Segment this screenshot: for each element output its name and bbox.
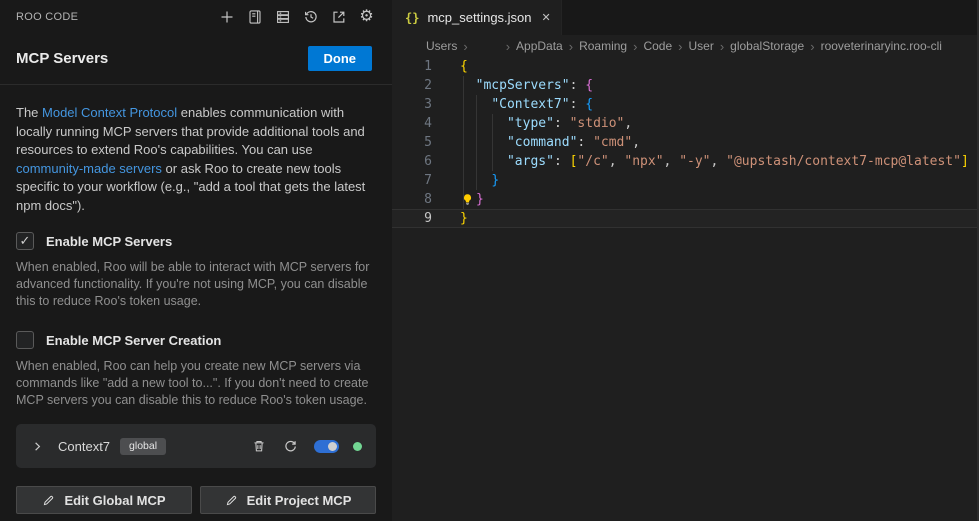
- delete-server-icon[interactable]: [252, 439, 266, 453]
- link-model-context-protocol[interactable]: Model Context Protocol: [42, 105, 177, 120]
- history-icon[interactable]: [302, 8, 319, 25]
- line-number: 9: [392, 209, 460, 228]
- line-number: 4: [392, 114, 460, 133]
- tab-filename: mcp_settings.json: [427, 10, 531, 25]
- code-line-5[interactable]: 5 "command": "cmd",: [392, 133, 979, 152]
- breadcrumb-separator: ›: [569, 40, 573, 53]
- code-line-4[interactable]: 4 "type": "stdio",: [392, 114, 979, 133]
- pencil-icon: [225, 494, 238, 507]
- link-community-made-servers[interactable]: community-made servers: [16, 161, 162, 176]
- enable-mcp-creation-section: Enable MCP Server Creation When enabled,…: [16, 331, 376, 409]
- breadcrumb-separator: ›: [810, 40, 814, 53]
- server-enabled-toggle[interactable]: [314, 440, 339, 453]
- server-row-context7[interactable]: Context7 global: [16, 424, 376, 468]
- close-tab-icon[interactable]: ✕: [540, 9, 553, 26]
- intro-part: The: [16, 105, 42, 120]
- toggle-knob: [328, 442, 337, 451]
- edit-global-mcp-button[interactable]: Edit Global MCP: [16, 486, 192, 514]
- page-title: MCP Servers: [16, 50, 108, 67]
- line-number: 5: [392, 133, 460, 152]
- enable-mcp-servers-label: Enable MCP Servers: [46, 234, 172, 249]
- breadcrumb-item[interactable]: Users: [426, 39, 457, 53]
- enable-mcp-creation-description: When enabled, Roo can help you create ne…: [16, 358, 376, 409]
- plus-icon[interactable]: [218, 8, 235, 25]
- done-button[interactable]: Done: [308, 46, 373, 71]
- enable-mcp-servers-description: When enabled, Roo will be able to intera…: [16, 259, 376, 310]
- open-external-icon[interactable]: [330, 8, 347, 25]
- tab-mcp-settings[interactable]: {} mcp_settings.json ✕: [392, 0, 562, 35]
- enable-mcp-servers-checkbox[interactable]: [16, 232, 34, 250]
- edit-project-mcp-button[interactable]: Edit Project MCP: [200, 486, 376, 514]
- line-number: 2: [392, 76, 460, 95]
- panel-title: ROO CODE: [16, 11, 78, 23]
- breadcrumb-separator: ›: [633, 40, 637, 53]
- pencil-icon: [42, 494, 55, 507]
- mcp-footer-buttons: Edit Global MCP Edit Project MCP: [16, 486, 376, 514]
- code-lines: 1{2 "mcpServers": {3 "Context7": {4 "typ…: [392, 57, 979, 228]
- breadcrumb-item[interactable]: AppData: [516, 39, 563, 53]
- code-line-1[interactable]: 1{: [392, 57, 979, 76]
- code-editor[interactable]: 1{2 "mcpServers": {3 "Context7": {4 "typ…: [392, 57, 979, 521]
- app-window: ROO CODE ⚙: [0, 0, 979, 521]
- breadcrumb-item[interactable]: Roaming: [579, 39, 627, 53]
- breadcrumb-item[interactable]: User: [688, 39, 713, 53]
- enable-mcp-creation-label: Enable MCP Server Creation: [46, 333, 221, 348]
- breadcrumb-separator: ›: [506, 40, 510, 53]
- notebook-icon[interactable]: [246, 8, 263, 25]
- edit-project-mcp-label: Edit Project MCP: [247, 493, 352, 508]
- line-number: 7: [392, 171, 460, 190]
- editor-group: {} mcp_settings.json ✕ Users › › AppData › Ro…: [392, 0, 979, 521]
- server-status-dot: [353, 442, 362, 451]
- code-line-2[interactable]: 2 "mcpServers": {: [392, 76, 979, 95]
- code-line-6[interactable]: 6 "args": ["/c", "npx", "-y", "@upstash/…: [392, 152, 979, 171]
- sidebar-content: The Model Context Protocol enables commu…: [0, 85, 392, 521]
- server-name: Context7: [58, 439, 110, 454]
- code-line-9[interactable]: 9}: [392, 209, 979, 228]
- breadcrumbs: Users › › AppData › Roaming › Code › User › globalS…: [392, 35, 979, 57]
- line-number: 6: [392, 152, 460, 171]
- line-number: 1: [392, 57, 460, 76]
- breadcrumb-separator: ›: [678, 40, 682, 53]
- breadcrumb-separator: ›: [463, 40, 467, 53]
- line-number: 3: [392, 95, 460, 114]
- lightbulb-icon[interactable]: [460, 193, 475, 206]
- intro-text: The Model Context Protocol enables commu…: [16, 104, 376, 215]
- tab-bar: {} mcp_settings.json ✕: [392, 0, 979, 35]
- restart-server-icon[interactable]: [283, 439, 298, 454]
- enable-mcp-creation-checkbox[interactable]: [16, 331, 34, 349]
- sidebar-topbar: ROO CODE ⚙: [0, 0, 392, 33]
- enable-mcp-servers-section: Enable MCP Servers When enabled, Roo wil…: [16, 232, 376, 310]
- code-line-8[interactable]: 8}: [392, 190, 979, 209]
- sidebar-toolbar: ⚙: [218, 8, 375, 25]
- gear-icon[interactable]: ⚙: [358, 8, 375, 25]
- mcp-server-icon[interactable]: [274, 8, 291, 25]
- breadcrumb-separator: ›: [720, 40, 724, 53]
- roo-code-sidebar: ROO CODE ⚙: [0, 0, 392, 521]
- chevron-right-icon[interactable]: [30, 439, 45, 454]
- edit-global-mcp-label: Edit Global MCP: [64, 493, 165, 508]
- breadcrumb-item[interactable]: rooveterinaryinc.roo-cli: [821, 39, 942, 53]
- code-line-7[interactable]: 7 }: [392, 171, 979, 190]
- scope-badge: global: [120, 438, 166, 455]
- breadcrumb-item[interactable]: globalStorage: [730, 39, 804, 53]
- view-header: MCP Servers Done: [0, 33, 392, 85]
- line-number: 8: [392, 190, 460, 209]
- json-file-icon: {}: [405, 11, 419, 25]
- code-line-3[interactable]: 3 "Context7": {: [392, 95, 979, 114]
- breadcrumb-item[interactable]: Code: [643, 39, 672, 53]
